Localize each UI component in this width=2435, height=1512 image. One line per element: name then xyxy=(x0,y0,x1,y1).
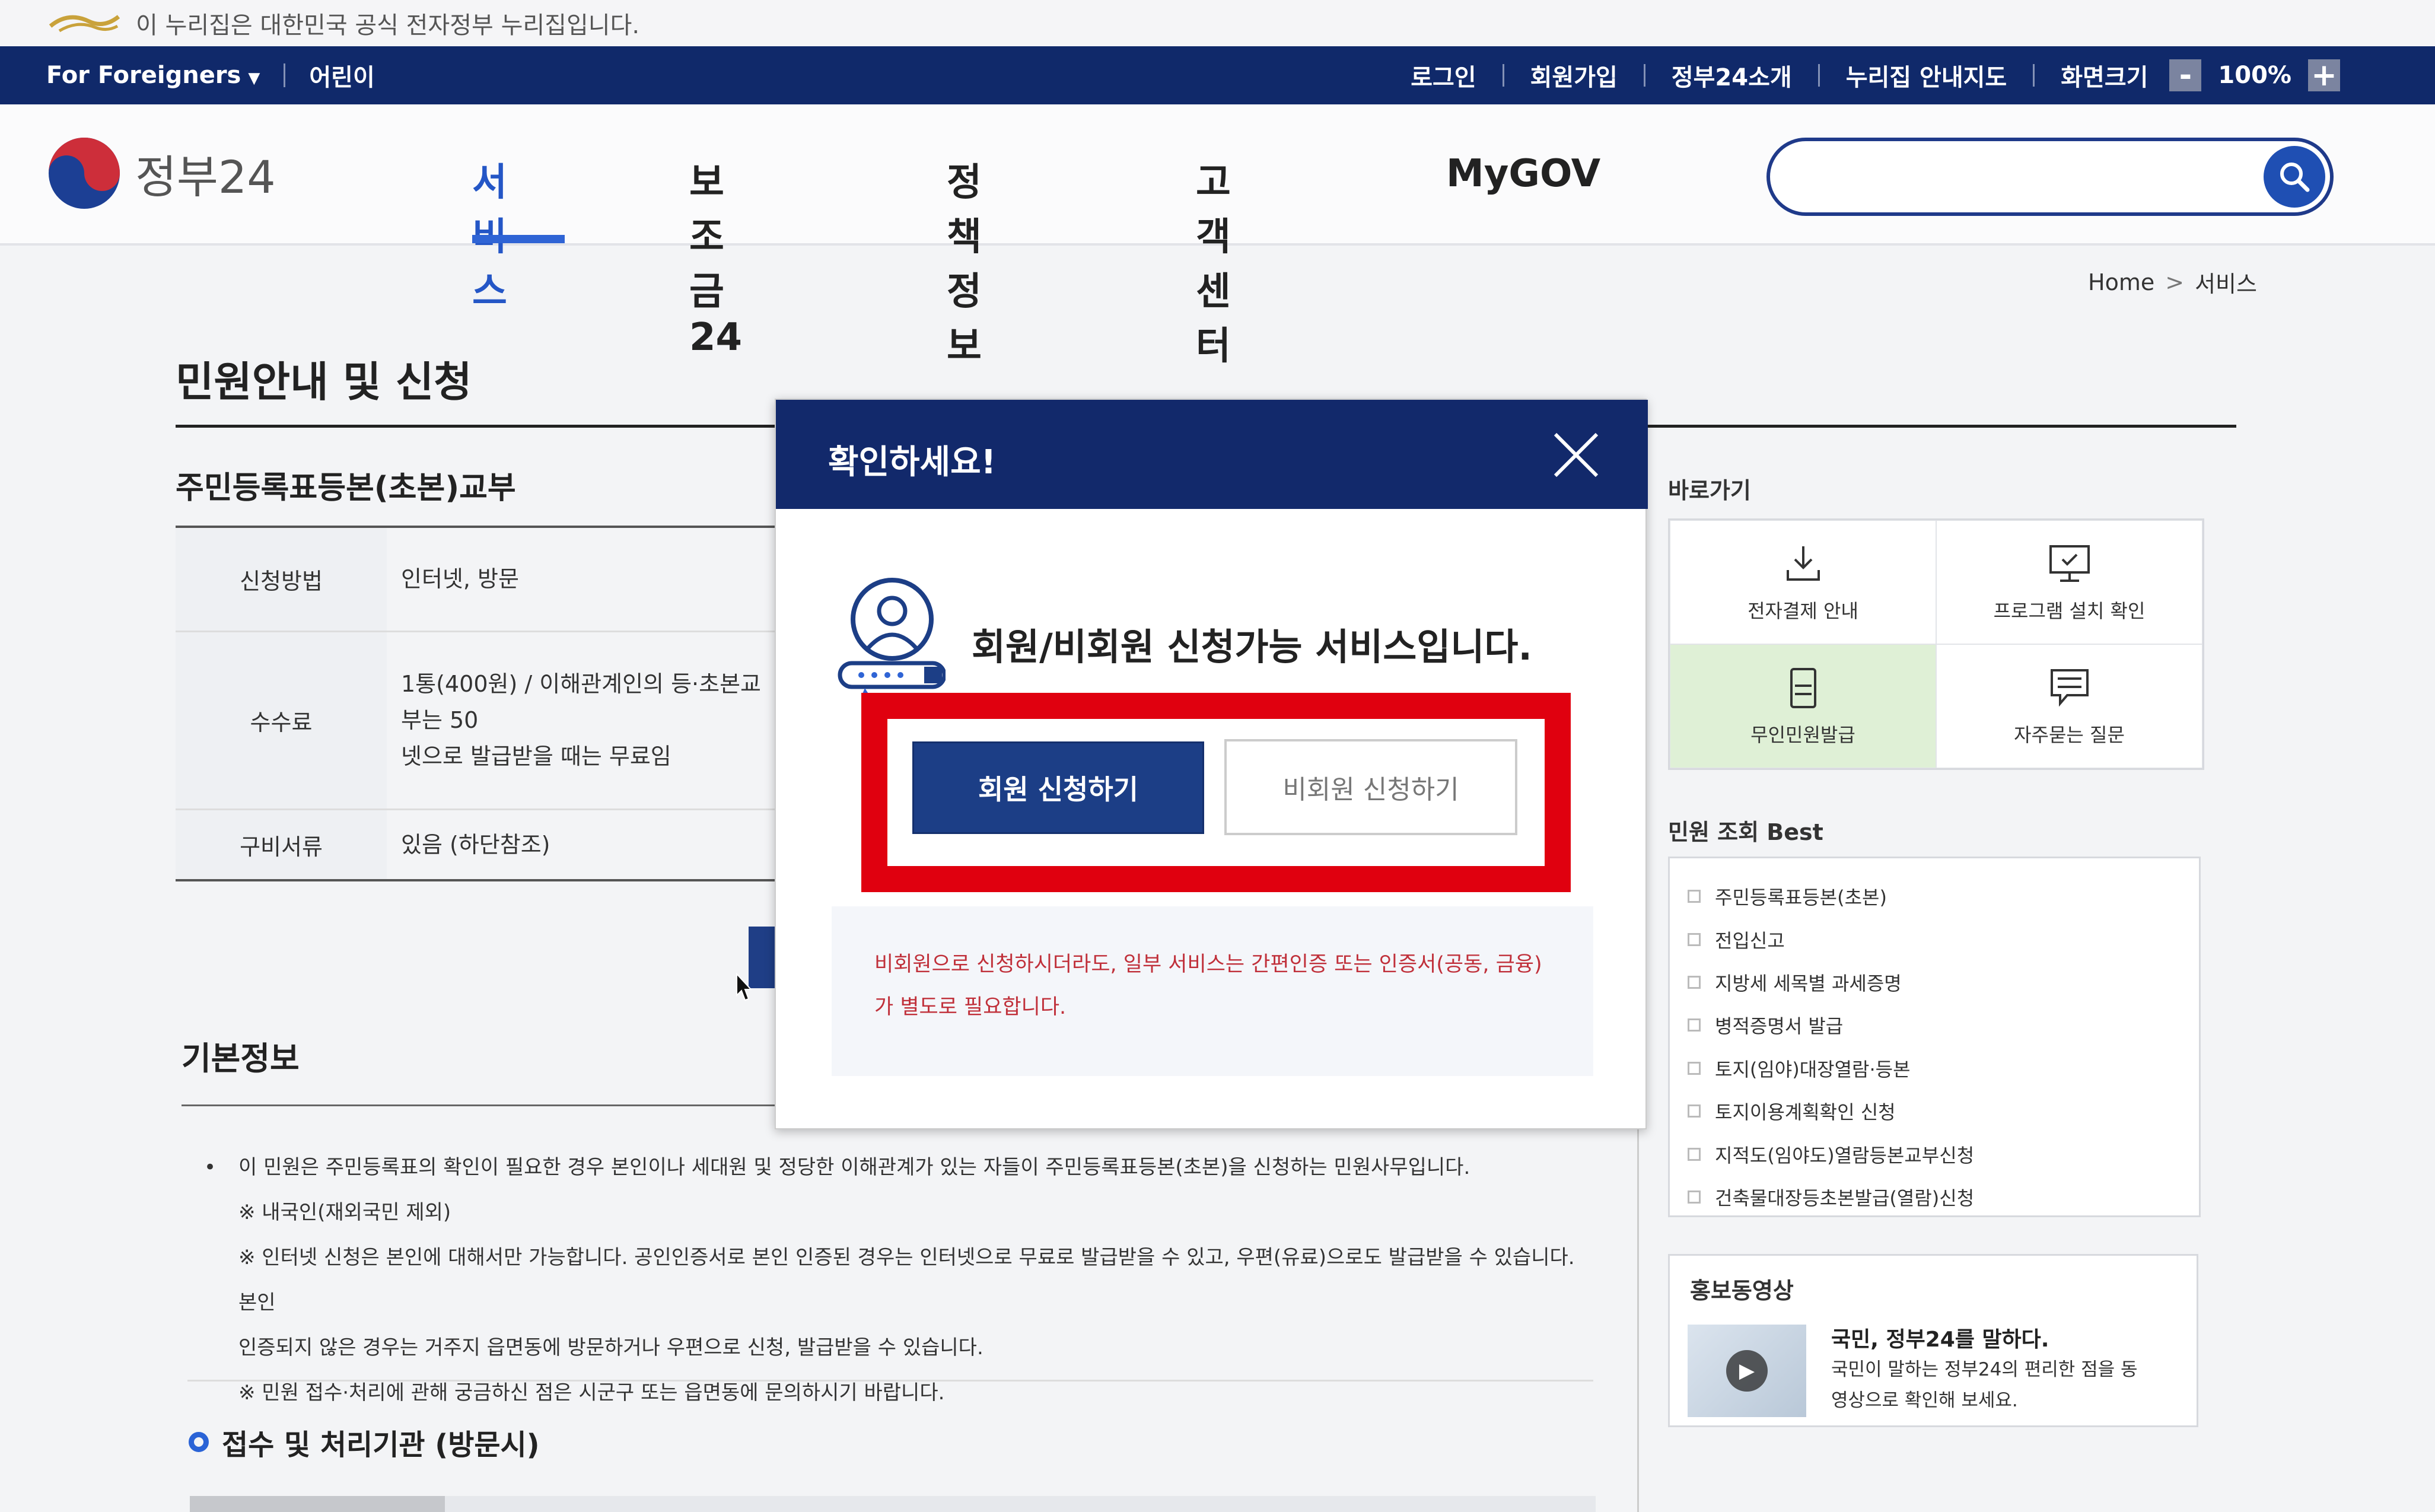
active-nav-underline xyxy=(472,235,565,243)
basic-info-notes: • 이 민원은 주민등록표의 확인이 필요한 경우 본인이나 세대원 및 정당한… xyxy=(204,1145,1596,1415)
notes-divider xyxy=(187,1380,1593,1382)
table-row: 신청방법 인터넷, 방문 xyxy=(176,528,781,632)
list-item[interactable]: 토지(임야)대장열람·등본 xyxy=(1670,1047,2199,1090)
nav-mygov[interactable]: MyGOV xyxy=(1446,152,1600,196)
close-icon[interactable] xyxy=(1552,431,1600,479)
list-item[interactable]: 전입신고 xyxy=(1670,918,2199,960)
table-header-cell: 수수료 xyxy=(176,632,387,808)
utility-bar: For Foreigners ▼ 어린이 로그인 회원가입 정부24소개 누리집 … xyxy=(0,46,2435,104)
nav-customer-center[interactable]: 고객센터 xyxy=(1196,152,1231,370)
search-icon xyxy=(2280,163,2310,192)
gov-banner: 이 누리집은 대한민국 공식 전자정부 누리집입니다. xyxy=(0,0,2435,46)
service-name: 주민등록표등본(초본)교부 xyxy=(176,470,516,506)
promo-description: 국민이 말하는 정부24의 편리한 점을 동영상으로 확인해 보세요. xyxy=(1831,1359,2138,1411)
nav-service[interactable]: 서비스 xyxy=(472,152,507,316)
list-item[interactable]: 주민등록표등본(초본) xyxy=(1670,875,2199,918)
list-item[interactable]: 지적도(임야도)열람등본교부신청 xyxy=(1670,1132,2199,1175)
brand-name: 정부24 xyxy=(135,151,276,203)
mouse-cursor-icon xyxy=(736,973,752,1001)
zoom-in-button[interactable]: + xyxy=(2308,59,2340,91)
taegeuk-logo-icon xyxy=(49,138,120,209)
agency-section-title: 접수 및 처리기관 (방문시) xyxy=(189,1421,540,1463)
table-row: 수수료 1통(400원) / 이해관계인의 등·초본교부는 50 넷으로 발급받… xyxy=(176,632,781,810)
chevron-right-icon: > xyxy=(2165,269,2185,295)
table-row: 구비서류 있음 (하단참조) xyxy=(176,810,781,881)
monitor-check-icon xyxy=(2049,545,2090,582)
modal-header: 확인하세요! xyxy=(776,400,1648,509)
modal-note: 비회원으로 신청하시더라도, 일부 서비스는 간편인증 또는 인증서(공동, 금… xyxy=(832,906,1593,1076)
info-table: 신청방법 인터넷, 방문 수수료 1통(400원) / 이해관계인의 등·초본교… xyxy=(176,526,781,881)
login-link[interactable]: 로그인 xyxy=(1411,58,1476,93)
breadcrumb: Home > 서비스 xyxy=(2088,266,2257,298)
list-item[interactable]: 지방세 세목별 과세증명 xyxy=(1670,961,2199,1004)
promo-title: 홍보동영상 xyxy=(1690,1278,1794,1304)
kids-link[interactable]: 어린이 xyxy=(309,58,374,93)
list-item[interactable]: 병적증명서 발급 xyxy=(1670,1004,2199,1046)
note-line: ※ 내국인(재외국민 제외) xyxy=(238,1201,451,1224)
note-line: 이 민원은 주민등록표의 확인이 필요한 경우 본인이나 세대원 및 정당한 이… xyxy=(238,1156,1470,1179)
guest-apply-button[interactable]: 비회원 신청하기 xyxy=(1224,739,1517,835)
caret-down-icon: ▼ xyxy=(248,69,260,87)
confirm-modal: 확인하세요! 회원/비회원 신청가능 서비스입니다. 회원 신청하기 비회원 신… xyxy=(775,399,1648,1129)
about-link[interactable]: 정부24소개 xyxy=(1672,58,1792,93)
promo-headline[interactable]: 국민, 정부24를 말하다. xyxy=(1831,1322,2049,1353)
modal-title: 확인하세요! xyxy=(828,443,997,482)
chat-icon xyxy=(2050,669,2089,706)
video-thumbnail[interactable]: ▶ xyxy=(1688,1325,1806,1417)
sitemap-link[interactable]: 누리집 안내지도 xyxy=(1846,58,2007,93)
play-icon: ▶ xyxy=(1726,1350,1768,1392)
promo-video-box: 홍보동영상 ▶ 국민, 정부24를 말하다. 국민이 말하는 정부24의 편리한… xyxy=(1668,1254,2198,1427)
ring-bullet-icon xyxy=(189,1432,209,1452)
download-icon xyxy=(1786,546,1820,581)
brand-logo[interactable]: 정부24 xyxy=(46,135,276,211)
search-input[interactable] xyxy=(1766,138,2334,216)
user-password-icon xyxy=(838,578,946,701)
kiosk-icon xyxy=(1790,667,1816,708)
table-header-cell: 구비서류 xyxy=(176,810,387,879)
best-list-title: 민원 조회 Best xyxy=(1668,819,1823,845)
signup-link[interactable]: 회원가입 xyxy=(1530,58,1618,93)
table-cell: 있음 (하단참조) xyxy=(401,831,550,858)
fee-text-line2: 넷으로 발급받을 때는 무료임 xyxy=(401,743,671,769)
fee-text-line1: 1통(400원) / 이해관계인의 등·초본교부는 50 xyxy=(401,671,761,734)
quick-link-epay[interactable]: 전자결제 안내 xyxy=(1670,520,1936,644)
quick-links-grid: 전자결제 안내 프로그램 설치 확인 무인민원발급 자주묻는 질문 xyxy=(1668,518,2204,770)
egov-logo-icon xyxy=(49,15,120,33)
modal-message: 회원/비회원 신청가능 서비스입니다. xyxy=(972,625,1532,669)
list-item[interactable]: 토지이용계획확인 신청 xyxy=(1670,1090,2199,1132)
agency-table-header xyxy=(190,1496,1596,1512)
nav-policy[interactable]: 정책정보 xyxy=(947,152,982,370)
basic-info-title: 기본정보 xyxy=(182,1040,300,1077)
zoom-out-button[interactable]: - xyxy=(2169,59,2202,91)
note-line: ※ 인터넷 신청은 본인에 대해서만 가능합니다. 공인인증서로 본인 인증된 … xyxy=(238,1246,1575,1314)
note-line: ※ 민원 접수·처리에 관해 궁금하신 점은 시군구 또는 읍면동에 문의하시기… xyxy=(238,1381,945,1405)
table-cell: 1통(400원) / 이해관계인의 등·초본교부는 50 넷으로 발급받을 때는… xyxy=(387,632,781,808)
quick-links-title: 바로가기 xyxy=(1668,478,1751,504)
breadcrumb-current[interactable]: 서비스 xyxy=(2195,266,2257,298)
main-header: 정부24 서비스 보조금24 정책정보 고객센터 MyGOV xyxy=(0,104,2435,368)
member-apply-button[interactable]: 회원 신청하기 xyxy=(912,741,1204,834)
table-header-cell: 신청방법 xyxy=(176,528,387,631)
quick-link-faq[interactable]: 자주묻는 질문 xyxy=(1936,644,2202,768)
for-foreigners-menu[interactable]: For Foreigners ▼ xyxy=(46,62,260,89)
gov-banner-text: 이 누리집은 대한민국 공식 전자정부 누리집입니다. xyxy=(136,12,640,39)
list-item[interactable]: 건축물대장등초본발급(열람)신청 xyxy=(1670,1176,2199,1218)
bullet-icon: • xyxy=(204,1156,217,1179)
zoom-value: 100% xyxy=(2218,62,2291,89)
quick-link-program-check[interactable]: 프로그램 설치 확인 xyxy=(1936,520,2202,644)
table-cell: 인터넷, 방문 xyxy=(401,566,519,593)
quick-link-kiosk[interactable]: 무인민원발급 xyxy=(1670,644,1936,768)
column-divider xyxy=(1637,1127,1639,1512)
breadcrumb-home[interactable]: Home xyxy=(2088,269,2154,295)
nav-subsidy24[interactable]: 보조금24 xyxy=(689,152,742,359)
zoom-label: 화면크기 xyxy=(2061,64,2148,91)
best-list: 주민등록표등본(초본) 전입신고 지방세 세목별 과세증명 병적증명서 발급 토… xyxy=(1668,857,2201,1217)
page-title: 민원안내 및 신청 xyxy=(176,358,472,406)
note-line: 인증되지 않은 경우는 거주지 읍면동에 방문하거나 우편으로 신청, 발급받을… xyxy=(238,1336,983,1360)
search-button[interactable] xyxy=(2264,146,2325,208)
